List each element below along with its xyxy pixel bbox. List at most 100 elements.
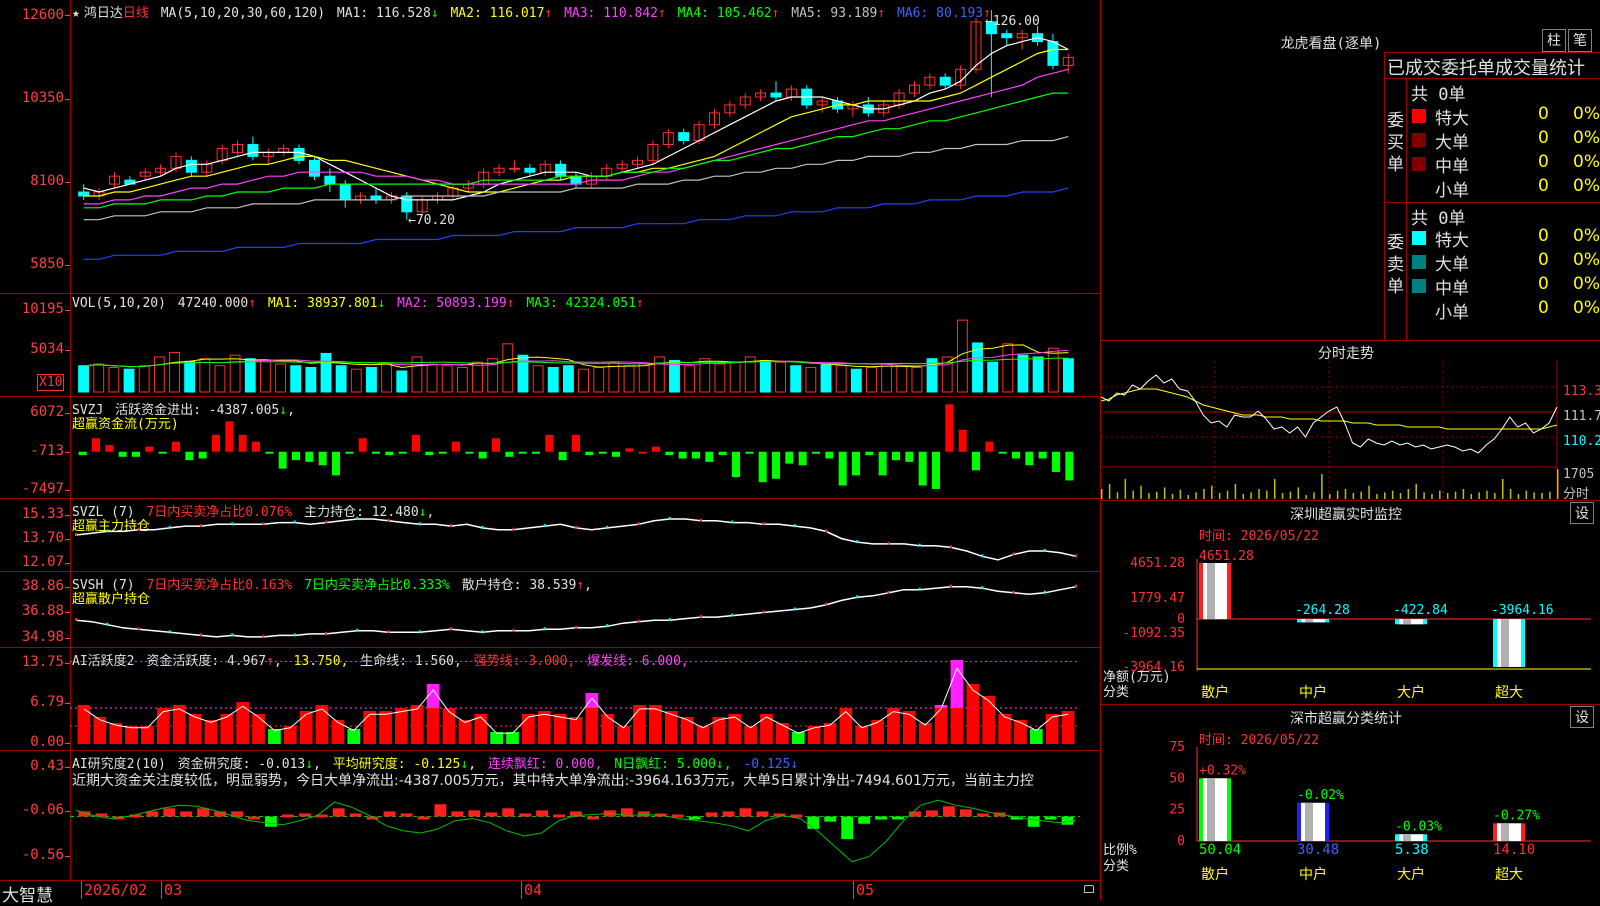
- candle: [1047, 41, 1059, 66]
- volume-ytick: 10195: [21, 301, 64, 317]
- research-ytick: 0.43: [30, 758, 64, 774]
- order-count: 0: [1538, 104, 1549, 124]
- holding-dot: [543, 524, 546, 528]
- activity-bar: [680, 717, 694, 744]
- flow-bar: [465, 451, 474, 454]
- holding-dot: [512, 527, 515, 531]
- date-tick-label: 04: [521, 881, 542, 899]
- holding-dot: [981, 554, 984, 558]
- activity-bar: [855, 726, 869, 744]
- flow-bar: [145, 446, 154, 452]
- flow-bar: [758, 451, 767, 483]
- holding-dot: [293, 520, 296, 524]
- volume-ytick: 5034: [30, 341, 64, 357]
- volume-panel[interactable]: 10195 5034 X10 VOL(5,10,20) 47240.000↑ M…: [0, 294, 1100, 397]
- intraday-vol-bar: [1494, 493, 1496, 499]
- holding-dot: [637, 522, 640, 526]
- sz-monitor-bar-shade: [1207, 563, 1215, 620]
- sz-class-category: 散户: [1201, 866, 1229, 883]
- volume-chart[interactable]: [70, 294, 1100, 396]
- sz-monitor-chart[interactable]: 4651.28 1779.47 0-1092.35 -3964.16 4651.28 散户…: [1101, 501, 1600, 705]
- fund-flow-chart[interactable]: [70, 397, 1100, 498]
- bar-mode-button[interactable]: 柱: [1542, 29, 1566, 52]
- intraday-chart[interactable]: [1101, 361, 1561, 501]
- retail-holding-chart[interactable]: [70, 572, 1100, 647]
- order-size-label: 大单: [1435, 255, 1469, 275]
- sz-class-chart[interactable]: 75 50 25 0 +0.32% 50.04 散户 -0.02% 30.48 中户 -0.03% 5…: [1101, 705, 1600, 901]
- holding-dot: [762, 522, 765, 526]
- activity-bar: [347, 729, 361, 744]
- price-panel[interactable]: 12600 10350 8100 5850 ★ 鸿日达日线 MA(5,10,20,…: [0, 0, 1100, 294]
- holding-dot: [106, 529, 109, 533]
- date-tick-label: 03: [161, 881, 182, 899]
- candle: [770, 92, 782, 98]
- holding-dot: [606, 525, 609, 529]
- volume-unit-label: X10: [37, 374, 65, 391]
- sz-class-bar-超大: [1493, 823, 1525, 841]
- holding-dot: [918, 587, 921, 591]
- flow-bar: [532, 451, 540, 454]
- volume-bar: [896, 365, 908, 393]
- activity-panel[interactable]: 13.75 6.79 0.00 AI活跃度2 资金活跃度: 4.967↑, 13…: [0, 648, 1100, 751]
- sz-class-value: 14.10: [1493, 842, 1535, 858]
- research-bar: [536, 810, 549, 817]
- activity-chart[interactable]: [70, 648, 1100, 750]
- research-bar: [942, 806, 955, 817]
- holding-dot: [825, 529, 827, 533]
- research-chart[interactable]: [70, 751, 1100, 880]
- activity-bar: [744, 726, 757, 744]
- research-panel[interactable]: 0.43 -0.06 -0.56 AI研究度2(10) 资金研究度: -0.01…: [0, 751, 1100, 880]
- research-bar: [1044, 816, 1057, 820]
- longhu-title: 龙虎看盘(逐单): [1280, 36, 1382, 52]
- volume-bar: [1032, 356, 1044, 393]
- volume-bar: [244, 358, 256, 393]
- holding-dot: [1043, 590, 1046, 594]
- intraday-vol-bar: [1211, 485, 1213, 499]
- main-holding-chart[interactable]: [70, 499, 1100, 571]
- research-bar: [502, 808, 515, 817]
- intraday-vol-bar: [1140, 485, 1142, 499]
- activity-bar: [696, 726, 710, 744]
- intraday-vol-bar: [1344, 489, 1347, 499]
- flow-bar: [385, 451, 394, 456]
- sz-class-change: -0.27%: [1493, 808, 1540, 823]
- volume-bar: [1017, 354, 1029, 393]
- tick-mode-button[interactable]: 笔: [1568, 29, 1592, 52]
- candlestick-chart[interactable]: [70, 0, 1100, 293]
- research-ytick: -0.06: [21, 802, 64, 818]
- volume-bar: [593, 366, 605, 393]
- flow-bar: [625, 448, 634, 452]
- activity-bar: [807, 726, 821, 744]
- main-holding-panel[interactable]: 15.33 13.70 12.07 SVZL (7) 7日内买卖净占比0.076…: [0, 499, 1100, 572]
- candle: [1001, 33, 1013, 39]
- date-axis-bar: 大智慧 2026/02 03 04 05: [0, 880, 1100, 906]
- flow-bar: [638, 451, 647, 454]
- lock-icon[interactable]: [1084, 885, 1094, 893]
- intraday-title: 分时走势: [1318, 346, 1374, 362]
- holding-dot: [325, 631, 327, 635]
- sz-class-change: -0.02%: [1297, 788, 1344, 803]
- intraday-vol-bar: [1187, 495, 1189, 499]
- flow-bar: [358, 438, 367, 452]
- intraday-vol-bar: [1517, 494, 1520, 499]
- flow-bar: [918, 451, 927, 486]
- flow-bar: [172, 441, 180, 452]
- holding-dot: [1043, 549, 1046, 552]
- order-size-label: 特大: [1435, 231, 1469, 251]
- research-bar: [807, 816, 820, 829]
- flow-bar: [1038, 451, 1047, 459]
- candle: [308, 159, 320, 177]
- volume-bar: [850, 368, 862, 393]
- retail-holding-panel[interactable]: 38.86 36.88 34.98 SVSH (7) 7日内买卖净占比0.163…: [0, 572, 1100, 648]
- intraday-vol-bar: [1258, 489, 1260, 499]
- order-size-label: 小单: [1435, 303, 1469, 323]
- volume-bar: [835, 365, 847, 393]
- volume-ma-line: [83, 344, 1069, 369]
- flow-bar: [732, 451, 740, 478]
- candle: [339, 183, 351, 201]
- research-bar: [671, 814, 684, 818]
- candle: [247, 144, 259, 157]
- sz-monitor-ylabel: 净额(万元): [1103, 670, 1171, 685]
- fund-flow-panel[interactable]: 6072 -713 -7497 SVZJ 活跃资金进出: -4387.005↓,…: [0, 397, 1100, 499]
- flow-bar: [652, 446, 660, 452]
